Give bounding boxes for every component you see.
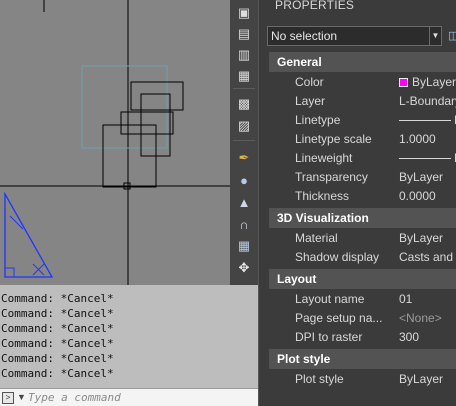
property-value[interactable]: ByLayer <box>399 231 443 245</box>
property-value[interactable]: 300 <box>399 330 419 344</box>
property-row-page-setup[interactable]: Page setup na... <None> <box>269 309 456 328</box>
property-label: Linetype <box>295 113 341 127</box>
match-layer-icon[interactable]: ▦ <box>234 67 254 85</box>
property-row-transparency[interactable]: Transparency ByLayer <box>269 168 456 187</box>
property-value[interactable]: 1.0000 <box>399 132 436 146</box>
section-3d-visualization[interactable]: 3D Visualization <box>269 208 456 228</box>
layers-stack-icon[interactable]: ▤ <box>234 25 254 43</box>
property-row-layout-name[interactable]: Layout name 01 <box>269 290 456 309</box>
property-label: Layer <box>295 94 326 108</box>
command-history-line: Command: *Cancel* <box>1 367 114 380</box>
properties-palette: PROPERTIES No selection ▼ ◫ General Colo… <box>258 0 456 406</box>
property-label: Linetype scale <box>295 132 372 146</box>
shape-rect[interactable] <box>130 81 184 111</box>
property-label: Plot style <box>295 372 344 386</box>
property-label: DPI to raster <box>295 330 363 344</box>
property-row-thickness[interactable]: Thickness 0.0000 <box>269 187 456 206</box>
toolbar-divider <box>233 140 255 141</box>
property-row-lineweight[interactable]: Lineweight By <box>269 149 456 168</box>
chevron-down-icon[interactable]: ▼ <box>17 392 26 402</box>
property-label: Lineweight <box>295 151 353 165</box>
section-plot-style[interactable]: Plot style <box>269 349 456 369</box>
property-value[interactable]: <None> <box>399 311 442 325</box>
move-icon[interactable]: ✥ <box>234 259 254 277</box>
property-row-dpi[interactable]: DPI to raster 300 <box>269 328 456 347</box>
property-row-material[interactable]: Material ByLayer <box>269 229 456 248</box>
chevron-down-icon[interactable]: ▼ <box>429 27 441 45</box>
property-value[interactable]: Casts and Re <box>399 250 456 264</box>
property-label: Color <box>295 75 324 89</box>
property-value[interactable]: By <box>399 151 456 165</box>
command-history-line: Command: *Cancel* <box>1 337 114 350</box>
property-value[interactable]: By <box>399 113 456 127</box>
property-label: Page setup na... <box>295 311 383 325</box>
toolbar-divider <box>233 88 255 89</box>
property-row-linetype-scale[interactable]: Linetype scale 1.0000 <box>269 130 456 149</box>
layer-isolate-icon[interactable]: ▨ <box>234 117 254 135</box>
array-icon[interactable]: ▦ <box>234 237 254 255</box>
property-value[interactable]: ByLayer <box>399 170 443 184</box>
property-row-color[interactable]: Color ByLayer <box>269 73 456 92</box>
property-row-shadow-display[interactable]: Shadow display Casts and Re <box>269 248 456 267</box>
right-angle-marker <box>4 267 15 278</box>
lineweight-sample <box>399 158 451 159</box>
command-history: Command: *Cancel* Command: *Cancel* Comm… <box>0 291 258 381</box>
property-label: Thickness <box>295 189 350 203</box>
mirror-icon[interactable]: ▲ <box>234 193 254 211</box>
selection-dropdown[interactable]: No selection ▼ <box>267 26 442 46</box>
drawing-svg[interactable] <box>0 0 230 285</box>
command-input[interactable] <box>28 390 253 405</box>
palette-title: PROPERTIES <box>275 0 355 12</box>
command-history-line: Command: *Cancel* <box>1 352 114 365</box>
shapes-icon[interactable]: ● <box>234 171 254 189</box>
triangle-shape[interactable] <box>4 191 54 278</box>
layer-states-icon[interactable]: ▥ <box>234 46 254 64</box>
section-layout[interactable]: Layout <box>269 269 456 289</box>
command-history-line: Command: *Cancel* <box>1 322 114 335</box>
command-prompt-icon[interactable]: > <box>2 392 14 404</box>
linetype-sample <box>399 120 451 121</box>
property-label: Layout name <box>295 292 365 306</box>
property-row-layer[interactable]: Layer L-Boundary <box>269 92 456 111</box>
color-swatch-icon <box>399 78 408 87</box>
section-general[interactable]: General <box>269 52 456 72</box>
quick-select-icon[interactable]: ◫ <box>448 29 456 43</box>
selection-value: No selection <box>271 29 338 43</box>
offset-icon[interactable]: ∩ <box>234 215 254 233</box>
tool-palette: ▣ ▤ ▥ ▦ ▩ ▨ ✒ ● ▲ ∩ ▦ ✥ <box>230 0 258 285</box>
property-value[interactable]: L-Boundary <box>399 94 456 108</box>
command-history-line: Command: *Cancel* <box>1 292 114 305</box>
layer-walk-icon[interactable]: ▩ <box>234 95 254 113</box>
property-row-linetype[interactable]: Linetype By <box>269 111 456 130</box>
property-label: Material <box>295 231 338 245</box>
command-window: Command: *Cancel* Command: *Cancel* Comm… <box>0 285 258 406</box>
command-history-line: Command: *Cancel* <box>1 307 114 320</box>
property-value[interactable]: 0.0000 <box>399 189 436 203</box>
property-label: Transparency <box>295 170 368 184</box>
command-input-bar: > ▼ <box>0 388 258 406</box>
shape-rect[interactable] <box>120 111 174 135</box>
drawing-canvas[interactable] <box>0 0 230 285</box>
property-value[interactable]: ByLayer <box>399 75 456 89</box>
property-value[interactable]: ByLayer <box>399 372 443 386</box>
brush-icon[interactable]: ✒ <box>234 149 254 167</box>
property-row-plot-style[interactable]: Plot style ByLayer <box>269 370 456 389</box>
highlight-rect <box>81 65 168 149</box>
color-value: ByLayer <box>412 75 456 89</box>
property-label: Shadow display <box>295 250 380 264</box>
layers-icon[interactable]: ▣ <box>234 4 254 22</box>
property-value[interactable]: 01 <box>399 292 412 306</box>
